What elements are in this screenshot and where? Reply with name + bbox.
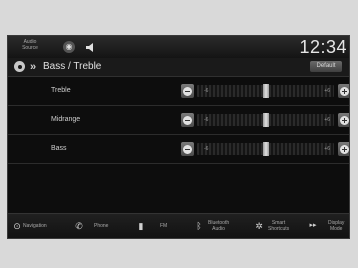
- bluetooth-icon: ᛒ: [196, 221, 202, 231]
- fm-label: FM: [160, 223, 168, 229]
- increase-button[interactable]: [338, 142, 349, 156]
- bluetooth-audio-button[interactable]: ᛒ Bluetooth Audio: [194, 214, 246, 238]
- screen: Audio Source ◉ 12:34 » Bass / Treble Def…: [7, 35, 350, 239]
- slider-thumb[interactable]: [262, 142, 269, 156]
- smart-shortcuts-button[interactable]: ✲ Smart Shortcuts: [252, 214, 304, 238]
- increase-button[interactable]: [338, 113, 349, 127]
- slider-min-label: -6: [204, 117, 209, 123]
- bluetooth-audio-label: Bluetooth Audio: [208, 220, 230, 232]
- row-label: Midrange: [51, 116, 81, 123]
- phone-icon: ✆: [75, 221, 83, 231]
- navigation-button[interactable]: ⊙ Navigation: [10, 214, 65, 238]
- slider-min-label: -6: [204, 146, 209, 152]
- display-mode-button[interactable]: ▸▸ Display Mode: [308, 214, 349, 238]
- status-bar: Audio Source ◉ 12:34: [8, 36, 349, 58]
- phone-button[interactable]: ✆ Phone: [74, 214, 124, 238]
- slider-thumb[interactable]: [262, 84, 269, 98]
- level-slider[interactable]: -6 +6: [197, 113, 334, 127]
- slider-max-label: +6: [324, 146, 330, 152]
- increase-button[interactable]: [338, 84, 349, 98]
- settings-gear-icon: [14, 61, 25, 72]
- compass-icon: ⊙: [13, 221, 21, 231]
- row-label: Bass: [51, 145, 67, 152]
- slider-max-label: +6: [324, 88, 330, 94]
- row-label: Treble: [51, 87, 71, 94]
- smart-shortcuts-label: Smart Shortcuts: [268, 220, 290, 232]
- fm-button[interactable]: ▮ FM: [132, 214, 180, 238]
- clock: 12:34: [299, 37, 347, 57]
- display-icon: ▸▸: [309, 222, 317, 229]
- breadcrumb-chevron-icon: »: [30, 61, 37, 73]
- level-slider[interactable]: -6 +6: [197, 142, 334, 156]
- phone-label: Phone: [94, 223, 109, 229]
- level-slider[interactable]: -6 +6: [197, 84, 334, 98]
- volume-icon: [86, 43, 93, 52]
- display-mode-label: Display Mode: [328, 220, 345, 232]
- bottom-bar: ⊙ Navigation ✆ Phone ▮ FM ᛒ Bluetooth Au…: [8, 213, 349, 238]
- slider-thumb[interactable]: [262, 113, 269, 127]
- radio-icon: ▮: [138, 221, 144, 231]
- slider-max-label: +6: [324, 117, 330, 123]
- star-icon: ✲: [255, 221, 263, 231]
- audio-source-button[interactable]: Audio Source: [16, 39, 44, 51]
- source-indicator-icon[interactable]: ◉: [63, 41, 75, 53]
- adjust-row: Midrange -6 +6: [8, 106, 349, 135]
- title-bar: » Bass / Treble Default: [8, 58, 349, 77]
- navigation-label: Navigation: [23, 223, 47, 229]
- audio-source-label: Audio Source: [22, 39, 38, 51]
- slider-min-label: -6: [204, 88, 209, 94]
- default-button[interactable]: Default: [310, 61, 342, 72]
- decrease-button[interactable]: [181, 113, 194, 127]
- adjust-row: Bass -6 +6: [8, 135, 349, 164]
- decrease-button[interactable]: [181, 84, 194, 98]
- page-title: Bass / Treble: [43, 61, 102, 72]
- adjust-row: Treble -6 +6: [8, 77, 349, 106]
- decrease-button[interactable]: [181, 142, 194, 156]
